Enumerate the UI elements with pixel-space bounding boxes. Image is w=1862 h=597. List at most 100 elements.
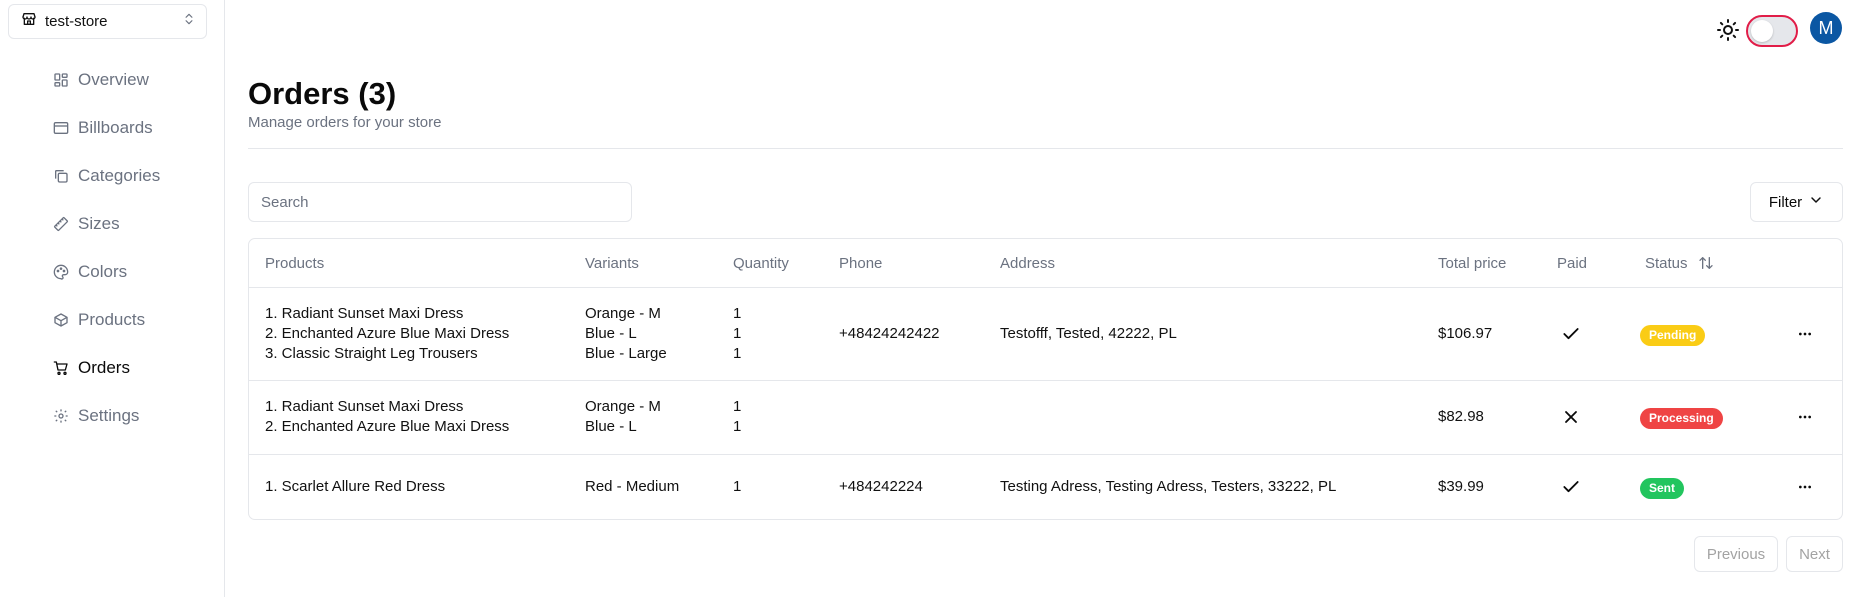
- sidebar-item-orders[interactable]: Orders: [52, 344, 160, 392]
- product-line: 1. Radiant Sunset Maxi Dress: [265, 305, 464, 322]
- filter-button[interactable]: Filter: [1750, 182, 1843, 222]
- check-icon: [1561, 324, 1581, 350]
- phone-cell: +48424242422: [839, 325, 940, 342]
- column-header-products: Products: [265, 255, 325, 272]
- toggle-knob: [1751, 20, 1773, 42]
- sidebar-item-colors[interactable]: Colors: [52, 248, 160, 296]
- sidebar-item-label: Products: [78, 310, 146, 329]
- chevrons-up-down-icon: [182, 12, 196, 31]
- sidebar-item-sizes[interactable]: Sizes: [52, 200, 160, 248]
- sidebar-item-settings[interactable]: Settings: [52, 392, 160, 440]
- status-header-label: Status: [1645, 255, 1688, 272]
- check-icon: [1561, 477, 1581, 503]
- sidebar-item-products[interactable]: Products: [52, 296, 160, 344]
- more-actions-icon[interactable]: [1793, 324, 1817, 344]
- products-cell: 1. Radiant Sunset Maxi Dress 2. Enchante…: [265, 304, 509, 364]
- product-line: 1. Radiant Sunset Maxi Dress: [265, 398, 464, 415]
- variant-line: Red - Medium: [585, 478, 680, 495]
- sidebar-item-label: Sizes: [78, 214, 120, 233]
- quantity-cell: 1 1 1: [733, 304, 741, 364]
- product-line: 1. Scarlet Allure Red Dress: [265, 478, 446, 495]
- variants-cell: Orange - M Blue - L: [585, 397, 661, 437]
- sidebar-item-label: Orders: [78, 358, 130, 377]
- chevron-down-icon: [1808, 192, 1824, 212]
- store-switcher[interactable]: test-store: [8, 4, 207, 39]
- page-title: Orders (3): [248, 76, 397, 111]
- quantity-line: 1: [733, 345, 742, 362]
- column-header-phone: Phone: [839, 255, 883, 272]
- quantity-line: 1: [733, 305, 742, 322]
- status-badge: Sent: [1640, 478, 1685, 499]
- total-price-cell: $39.99: [1438, 478, 1484, 495]
- divider: [248, 148, 1843, 149]
- sidebar-item-billboards[interactable]: Billboards: [52, 104, 160, 152]
- sort-arrows-icon: [1698, 255, 1714, 275]
- gear-icon: [52, 407, 70, 425]
- x-icon: [1561, 407, 1581, 433]
- products-cell: 1. Radiant Sunset Maxi Dress 2. Enchante…: [265, 397, 509, 437]
- status-badge: Processing: [1640, 408, 1723, 429]
- overview-icon: [52, 71, 70, 89]
- variants-cell: Red - Medium: [585, 477, 679, 497]
- sidebar-item-label: Overview: [78, 70, 149, 89]
- more-actions-icon[interactable]: [1793, 407, 1817, 427]
- quantity-line: 1: [733, 418, 742, 435]
- column-header-variants: Variants: [585, 255, 639, 272]
- table-row: 1. Radiant Sunset Maxi Dress 2. Enchante…: [249, 381, 1842, 455]
- variant-line: Blue - Large: [585, 345, 667, 362]
- more-actions-icon[interactable]: [1793, 477, 1817, 497]
- total-price-cell: $82.98: [1438, 408, 1484, 425]
- store-icon: [21, 11, 37, 32]
- next-page-button[interactable]: Next: [1786, 536, 1843, 572]
- sidebar-item-overview[interactable]: Overview: [52, 56, 160, 104]
- palette-icon: [52, 263, 70, 281]
- table-row: 1. Scarlet Allure Red Dress Red - Medium…: [249, 455, 1842, 519]
- theme-toggle[interactable]: [1746, 15, 1798, 47]
- column-header-quantity: Quantity: [733, 255, 789, 272]
- sidebar-item-label: Colors: [78, 262, 128, 281]
- quantity-line: 1: [733, 398, 742, 415]
- cart-icon: [52, 359, 70, 377]
- address-cell: Testing Adress, Testing Adress, Testers,…: [1000, 478, 1337, 495]
- quantity-line: 1: [733, 325, 742, 342]
- sidebar-item-label: Settings: [78, 406, 140, 425]
- categories-icon: [52, 167, 70, 185]
- variant-line: Blue - L: [585, 325, 637, 342]
- status-badge: Pending: [1640, 325, 1706, 346]
- quantity-cell: 1: [733, 477, 741, 497]
- product-line: 3. Classic Straight Leg Trousers: [265, 345, 478, 362]
- product-line: 2. Enchanted Azure Blue Maxi Dress: [265, 325, 510, 342]
- table-row: 1. Radiant Sunset Maxi Dress 2. Enchante…: [249, 288, 1842, 381]
- variant-line: Orange - M: [585, 398, 661, 415]
- address-cell: Testofff, Tested, 42222, PL: [1000, 325, 1177, 342]
- sidebar-item-label: Billboards: [78, 118, 153, 137]
- sidebar-nav: Overview Billboards Categories Sizes Col…: [52, 56, 160, 440]
- previous-page-button[interactable]: Previous: [1694, 536, 1778, 572]
- box-icon: [52, 311, 70, 329]
- sun-icon: [1716, 18, 1740, 42]
- quantity-line: 1: [733, 478, 742, 495]
- column-header-paid: Paid: [1557, 255, 1588, 272]
- phone-cell: +484242224: [839, 478, 923, 495]
- ruler-icon: [52, 215, 70, 233]
- sidebar: test-store Overview Billboards Categorie…: [0, 0, 225, 597]
- total-price-cell: $106.97: [1438, 325, 1493, 342]
- column-header-status[interactable]: Status: [1645, 255, 1714, 275]
- sidebar-item-label: Categories: [78, 166, 161, 185]
- variant-line: Blue - L: [585, 418, 637, 435]
- search-input[interactable]: [248, 182, 632, 222]
- billboard-icon: [52, 119, 70, 137]
- products-cell: 1. Scarlet Allure Red Dress: [265, 477, 445, 497]
- page-subtitle: Manage orders for your store: [248, 114, 442, 131]
- filter-label: Filter: [1768, 193, 1803, 211]
- sidebar-item-categories[interactable]: Categories: [52, 152, 160, 200]
- table-header: Products Variants Quantity Phone Address…: [249, 239, 1842, 288]
- avatar[interactable]: M: [1810, 12, 1842, 44]
- store-name: test-store: [45, 13, 108, 30]
- variants-cell: Orange - M Blue - L Blue - Large: [585, 304, 667, 364]
- product-line: 2. Enchanted Azure Blue Maxi Dress: [265, 418, 510, 435]
- column-header-total-price: Total price: [1438, 255, 1507, 272]
- quantity-cell: 1 1: [733, 397, 741, 437]
- orders-table: Products Variants Quantity Phone Address…: [248, 238, 1843, 520]
- variant-line: Orange - M: [585, 305, 661, 322]
